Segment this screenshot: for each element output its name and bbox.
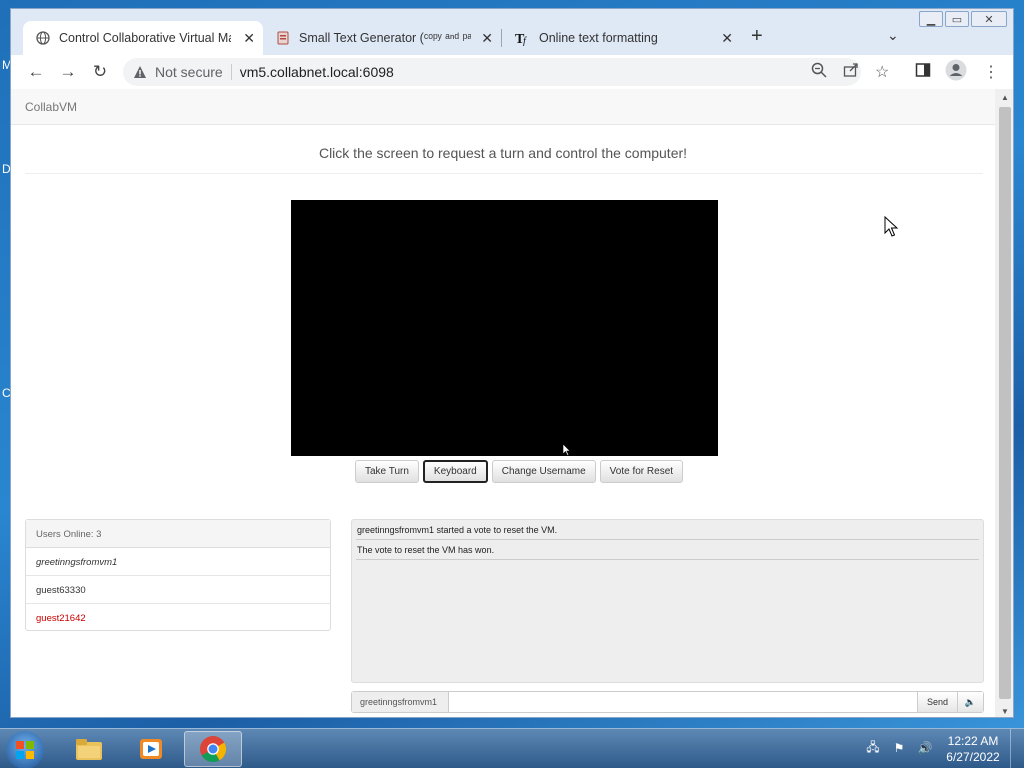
clock-time: 12:22 AM <box>947 734 999 748</box>
tab-title: Small Text Generator (ᶜᵒᵖʸ ᵃⁿᵈ ᵖᵃˢᵗᵉ) <box>299 31 471 45</box>
security-label[interactable]: Not secure <box>155 64 223 80</box>
start-button[interactable] <box>6 731 44 768</box>
url-text[interactable]: vm5.collabnet.local:6098 <box>240 64 394 80</box>
scroll-up-icon[interactable]: ▲ <box>995 89 1013 105</box>
tab-collabvm[interactable]: Control Collaborative Virtual Ma ✕ <box>23 21 263 55</box>
side-panel-icon[interactable] <box>915 62 931 81</box>
forward-icon[interactable]: → <box>57 61 79 83</box>
close-window-icon[interactable]: ✕ <box>971 11 1007 27</box>
clock-date: 6/27/2022 <box>946 750 1000 764</box>
close-tab-icon[interactable]: ✕ <box>243 30 255 47</box>
close-tab-icon[interactable]: ✕ <box>721 30 733 47</box>
sound-toggle-icon[interactable]: 🔈 <box>957 692 983 712</box>
folder-icon <box>76 739 102 760</box>
chat-username-label: greetinngsfromvm1 <box>352 692 449 712</box>
chat-log[interactable]: greetinngsfromvm1 started a vote to rese… <box>351 519 984 683</box>
taskbar: 🖧 ⚑ 🔊 12:22 AM 6/27/2022 <box>0 728 1024 768</box>
user-list-item[interactable]: guest63330 <box>26 576 330 604</box>
system-tray: 🖧 ⚑ 🔊 <box>864 739 934 757</box>
new-tab-icon[interactable]: + <box>751 25 763 48</box>
taskbar-media-player[interactable] <box>122 731 180 767</box>
keyboard-button[interactable]: Keyboard <box>422 460 488 483</box>
tab-strip: Control Collaborative Virtual Ma ✕ Small… <box>11 9 1013 55</box>
close-tab-icon[interactable]: ✕ <box>481 30 493 47</box>
address-bar[interactable]: Not secure vm5.collabnet.local:6098 <box>123 58 861 86</box>
scroll-thumb[interactable] <box>999 107 1011 699</box>
turn-instruction: Click the screen to request a turn and c… <box>318 145 688 161</box>
site-brand[interactable]: CollabVM <box>25 100 77 114</box>
divider <box>25 173 983 174</box>
taskbar-explorer[interactable] <box>60 731 118 767</box>
minimize-icon[interactable]: ▁ <box>919 11 943 27</box>
tab-small-text-generator[interactable]: Small Text Generator (ᶜᵒᵖʸ ᵃⁿᵈ ᵖᵃˢᵗᵉ) ✕ <box>263 21 501 55</box>
vm-controls: Take Turn Keyboard Change Username Vote … <box>355 460 684 483</box>
browser-toolbar: ← → ↻ Not secure vm5.collabnet.local:609… <box>11 55 1013 89</box>
address-divider <box>230 64 232 80</box>
scroll-down-icon[interactable]: ▼ <box>995 703 1013 717</box>
user-list-item[interactable]: greetinngsfromvm1 <box>26 548 330 576</box>
network-icon[interactable]: 🖧 <box>864 739 882 757</box>
tab-title: Control Collaborative Virtual Ma <box>59 31 231 45</box>
tab-online-text-formatting[interactable]: Tf Online text formatting ✕ <box>503 21 741 55</box>
vm-display[interactable] <box>291 200 718 456</box>
bookmark-star-icon[interactable]: ☆ <box>875 62 889 82</box>
globe-icon <box>35 30 51 46</box>
user-list-item[interactable]: guest21642 <box>26 604 330 632</box>
action-center-flag-icon[interactable]: ⚑ <box>890 739 908 757</box>
maximize-icon[interactable]: ▭ <box>945 11 969 27</box>
browser-window: Control Collaborative Virtual Ma ✕ Small… <box>10 8 1014 718</box>
tab-divider <box>501 29 502 47</box>
chrome-icon <box>200 736 227 763</box>
menu-kebab-icon[interactable]: ⋮ <box>983 62 999 82</box>
change-username-button[interactable]: Change Username <box>491 460 596 483</box>
svg-text:f: f <box>523 36 527 46</box>
chat-input[interactable] <box>449 692 917 712</box>
media-player-icon <box>140 739 162 759</box>
chat-message: The vote to reset the VM has won. <box>356 540 979 560</box>
users-online-header: Users Online: 3 <box>26 520 330 548</box>
window-controls: ▁ ▭ ✕ <box>917 11 1007 29</box>
site-navbar: CollabVM <box>11 89 995 125</box>
back-icon[interactable]: ← <box>25 61 47 83</box>
mouse-pointer-icon <box>884 216 898 237</box>
taskbar-chrome[interactable] <box>184 731 242 767</box>
windows-logo-icon <box>16 741 34 759</box>
page-scrollbar[interactable]: ▲ ▼ <box>995 89 1013 717</box>
reload-icon[interactable]: ↻ <box>89 61 111 83</box>
tab-search-icon[interactable]: ⌄ <box>887 27 899 44</box>
tf-icon: Tf <box>515 30 531 46</box>
online-users-panel: Users Online: 3 greetinngsfromvm1 guest6… <box>25 519 331 631</box>
warning-icon[interactable] <box>133 65 147 79</box>
text-generator-icon <box>275 30 291 46</box>
chat-message: greetinngsfromvm1 started a vote to rese… <box>356 520 979 540</box>
volume-icon[interactable]: 🔊 <box>916 739 934 757</box>
send-button[interactable]: Send <box>917 692 957 712</box>
zoom-icon[interactable] <box>811 62 827 81</box>
chat-input-row: greetinngsfromvm1 Send 🔈 <box>351 691 984 713</box>
vm-cursor-icon <box>563 444 571 456</box>
take-turn-button[interactable]: Take Turn <box>355 460 419 483</box>
page-content: CollabVM Click the screen to request a t… <box>11 89 995 717</box>
profile-avatar-icon[interactable] <box>945 59 967 84</box>
share-icon[interactable] <box>843 62 859 81</box>
vote-reset-button[interactable]: Vote for Reset <box>599 460 684 483</box>
show-desktop-button[interactable] <box>1010 729 1024 768</box>
taskbar-clock[interactable]: 12:22 AM 6/27/2022 <box>944 733 1002 765</box>
tab-title: Online text formatting <box>539 31 658 45</box>
